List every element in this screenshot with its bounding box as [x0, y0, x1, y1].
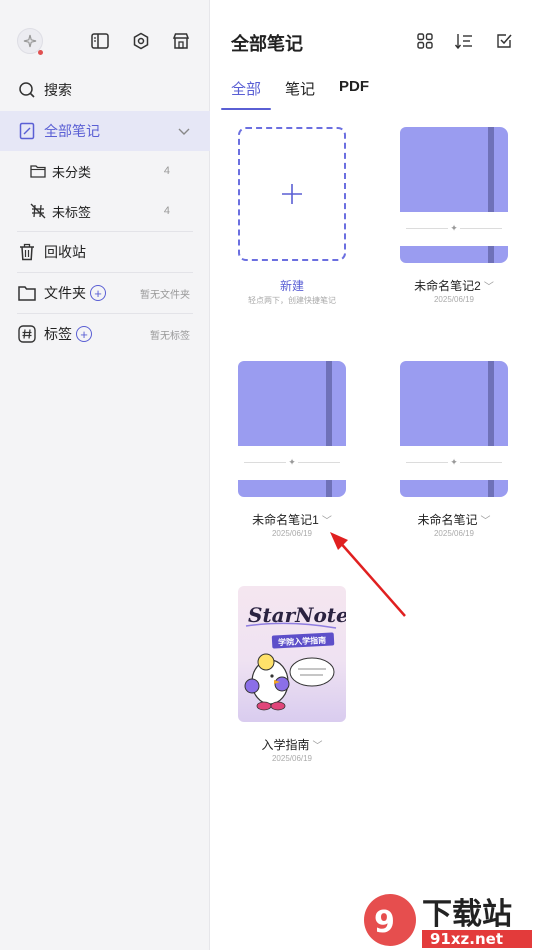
store-icon[interactable] [170, 30, 192, 52]
untagged-icon [30, 203, 46, 219]
add-tag-button[interactable]: + [76, 326, 92, 342]
plus-icon [282, 184, 302, 204]
notebook-cover[interactable]: ✦ [238, 361, 346, 497]
sidebar-item-label: 未标签 [52, 204, 92, 220]
item-count: 4 [163, 205, 170, 217]
sort-icon[interactable] [453, 30, 475, 52]
sidebar-item-recycle-bin[interactable]: 回收站 [0, 232, 210, 272]
note-title[interactable]: 入学指南 ﹀ [238, 736, 346, 753]
sidebar-item-uncategorized[interactable]: 未分类 4 [0, 151, 210, 191]
sidebar-item-tags[interactable]: 标签 + 暂无标签 [0, 314, 210, 354]
new-note-card[interactable]: 新建 轻点两下，创建快捷笔记 [238, 127, 358, 307]
note-card[interactable]: ✦ 未命名笔记2 ﹀ 2025/06/19 [400, 127, 520, 307]
sidebar-item-all-notes[interactable]: 全部笔记 [0, 111, 210, 151]
sidebar-toolbar [0, 24, 210, 60]
tab-pdf[interactable]: PDF [339, 76, 369, 104]
sidebar-item-label: 未分类 [52, 164, 92, 180]
settings-icon[interactable] [130, 30, 152, 52]
note-card[interactable]: ✦ 未命名笔记 ﹀ 2025/06/19 [400, 361, 520, 541]
folder-question-icon [30, 163, 46, 179]
watermark-url: 91xz.net [430, 930, 503, 948]
folders-hint: 暂无文件夹 [140, 289, 190, 301]
hashtag-icon [17, 324, 37, 344]
chevron-down-icon[interactable]: ﹀ [313, 741, 323, 752]
watermark-text: 下载站 [422, 897, 512, 932]
page-title: 全部笔记 [231, 34, 303, 54]
notebook-cover[interactable]: ✦ [400, 361, 508, 497]
new-note-button[interactable] [238, 127, 346, 261]
folder-icon [17, 283, 37, 303]
tab-all[interactable]: 全部 [220, 76, 272, 110]
sidebar-item-label: 文件夹 [44, 285, 86, 301]
note-card[interactable]: ✦ 未命名笔记1 ﹀ 2025/06/19 [238, 361, 358, 541]
sidebar-item-label: 标签 [44, 326, 72, 342]
new-note-label: 新建 [279, 279, 304, 293]
chevron-down-icon[interactable]: ﹀ [484, 282, 494, 293]
chevron-down-icon[interactable] [178, 123, 190, 139]
notebook-label: ✦ [238, 446, 346, 480]
note-date: 2025/06/19 [433, 295, 475, 304]
sidebar: 搜索 全部笔记 未分类 4 未标签 4 回收站 文件夹 + 暂无文件夹 标签 +… [0, 0, 210, 950]
new-note-hint: 轻点两下，创建快捷笔记 [248, 296, 336, 305]
main-panel: 全部笔记 全部 笔记 PDF 新建 轻点两下，创建快捷笔记 ✦ 未命名笔记2 ﹀ … [211, 0, 534, 950]
sidebar-item-label: 全部笔记 [44, 123, 100, 139]
sidebar-item-label: 搜索 [44, 82, 72, 98]
sidebar-toggle-icon[interactable] [89, 30, 111, 52]
select-checkbox-icon[interactable] [493, 30, 515, 52]
sidebar-item-search[interactable]: 搜索 [0, 70, 210, 110]
tab-notes[interactable]: 笔记 [285, 76, 315, 104]
notebook-label: ✦ [400, 446, 508, 480]
note-title[interactable]: 未命名笔记2 ﹀ [400, 277, 508, 294]
notebook-icon [17, 121, 37, 141]
filter-tabs: 全部 笔记 PDF [220, 76, 393, 110]
item-count: 4 [163, 165, 170, 177]
tags-hint: 暂无标签 [150, 330, 190, 342]
trash-icon [17, 242, 37, 262]
sidebar-item-label: 回收站 [44, 244, 86, 260]
notebook-label: ✦ [400, 212, 508, 246]
sidebar-item-folders[interactable]: 文件夹 + 暂无文件夹 [0, 273, 210, 313]
watermark: 9 下载站 91xz.net [360, 888, 534, 950]
sidebar-item-untagged[interactable]: 未标签 4 [0, 191, 210, 231]
grid-view-icon[interactable] [414, 30, 436, 52]
note-date: 2025/06/19 [271, 754, 313, 763]
svg-text:9: 9 [374, 905, 395, 940]
notification-dot [38, 50, 43, 55]
annotation-arrow-icon [330, 532, 406, 617]
notebook-cover[interactable]: ✦ [400, 127, 508, 263]
add-folder-button[interactable]: + [90, 285, 106, 301]
chevron-down-icon[interactable]: ﹀ [481, 516, 491, 527]
search-icon [17, 80, 37, 100]
